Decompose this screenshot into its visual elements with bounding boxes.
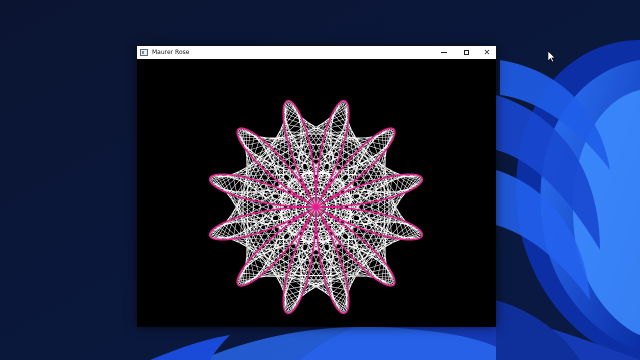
minimize-button[interactable]	[433, 46, 455, 59]
mouse-cursor-icon	[548, 51, 556, 63]
app-window[interactable]: Maurer Rose ✕	[137, 46, 496, 327]
maximize-button[interactable]	[455, 46, 477, 59]
close-button[interactable]: ✕	[476, 46, 498, 59]
maximize-icon	[463, 50, 469, 55]
drawing-canvas	[137, 59, 496, 327]
title-bar[interactable]: Maurer Rose ✕	[137, 46, 496, 59]
minimize-icon	[441, 52, 447, 53]
window-title: Maurer Rose	[152, 49, 190, 56]
app-icon	[140, 49, 148, 56]
close-icon: ✕	[483, 47, 491, 57]
